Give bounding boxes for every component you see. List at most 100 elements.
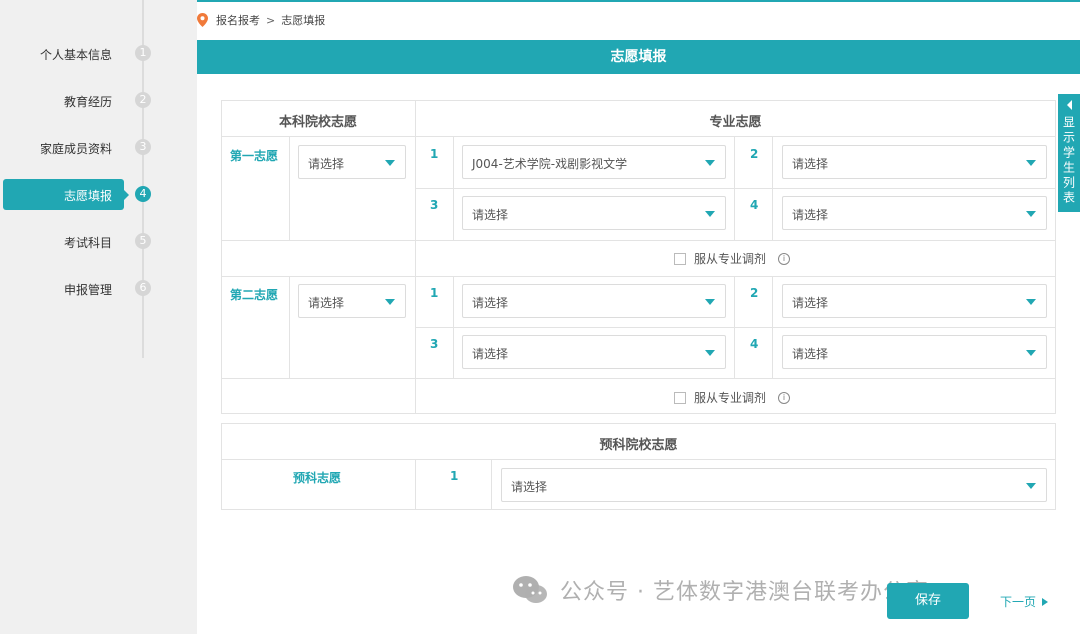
divider <box>221 276 1056 277</box>
second-choice-adjust-row: 服从专业调剂 i <box>674 389 791 406</box>
sidebar-item-basic-info[interactable]: 个人基本信息 1 <box>0 39 197 69</box>
chevron-down-icon <box>1026 299 1036 305</box>
save-button[interactable]: 保存 <box>887 583 969 619</box>
chevron-down-icon <box>705 299 715 305</box>
first-choice-major-3-select[interactable]: 请选择 <box>462 196 726 230</box>
step-number-badge: 5 <box>135 233 151 249</box>
info-icon[interactable]: i <box>778 252 791 265</box>
second-choice-label: 第二志愿 <box>230 288 279 302</box>
next-page-link[interactable]: 下一页 <box>1000 593 1049 610</box>
major-index: 4 <box>750 337 759 351</box>
first-choice-major-4-select[interactable]: 请选择 <box>782 196 1047 230</box>
sidebar-item-family[interactable]: 家庭成员资料 3 <box>0 133 197 163</box>
caret-right-icon <box>1042 597 1049 606</box>
second-choice-major-4-select[interactable]: 请选择 <box>782 335 1047 369</box>
major-index: 2 <box>750 147 759 161</box>
watermark: 公众号 · 艺体数字港澳台联考办公室 <box>512 574 929 606</box>
step-number-badge: 2 <box>135 92 151 108</box>
prep-index: 1 <box>450 469 459 483</box>
second-choice-major-1-select[interactable]: 请选择 <box>462 284 726 318</box>
breadcrumb: 报名报考 > 志愿填报 <box>197 8 325 32</box>
chevron-down-icon <box>385 160 395 166</box>
divider <box>415 188 1056 189</box>
sidebar-item-application-mgmt[interactable]: 申报管理 6 <box>0 274 197 304</box>
major-index: 1 <box>430 147 439 161</box>
sidebar-item-preferences[interactable]: 志愿填报 4 <box>0 179 197 210</box>
prep-choice-label: 预科志愿 <box>293 471 342 485</box>
divider <box>221 240 1056 241</box>
select-value: 请选择 <box>308 157 345 171</box>
show-student-list-tab[interactable]: 显示学生列表 <box>1058 94 1080 212</box>
select-value: 请选择 <box>472 208 509 222</box>
divider <box>415 327 1056 328</box>
chevron-down-icon <box>1026 350 1036 356</box>
adjust-label: 服从专业调剂 <box>694 252 767 266</box>
sidebar-item-label: 家庭成员资料 <box>39 142 112 156</box>
step-number-badge: 1 <box>135 45 151 61</box>
sidebar-item-label: 教育经历 <box>63 95 112 109</box>
major-index: 1 <box>430 286 439 300</box>
select-value: 请选择 <box>511 480 548 494</box>
sidebar-item-label: 申报管理 <box>63 283 112 297</box>
divider <box>491 459 492 510</box>
breadcrumb-separator: > <box>266 13 276 27</box>
divider <box>289 276 290 378</box>
adjust-checkbox[interactable] <box>674 391 686 404</box>
first-choice-college-select[interactable]: 请选择 <box>298 145 406 179</box>
second-choice-major-2-select[interactable]: 请选择 <box>782 284 1047 318</box>
select-value: J004-艺术学院-戏剧影视文学 <box>472 157 628 171</box>
sidebar-item-label: 个人基本信息 <box>39 48 112 62</box>
wechat-icon <box>513 576 547 603</box>
step-number-badge: 6 <box>135 280 151 296</box>
major-index: 3 <box>430 198 439 212</box>
major-index: 4 <box>750 198 759 212</box>
prep-preference-header: 预科院校志愿 <box>599 438 678 453</box>
chevron-down-icon <box>705 160 715 166</box>
chevron-down-icon <box>385 299 395 305</box>
breadcrumb-current: 志愿填报 <box>281 14 326 27</box>
caret-left-icon <box>1066 100 1072 110</box>
chevron-down-icon <box>1026 483 1036 489</box>
select-value: 请选择 <box>308 296 345 310</box>
select-value: 请选择 <box>792 208 829 222</box>
divider <box>221 378 1056 379</box>
select-value: 请选择 <box>472 347 509 361</box>
info-icon[interactable]: i <box>778 391 791 404</box>
select-value: 请选择 <box>792 296 829 310</box>
major-preference-header: 专业志愿 <box>709 115 762 130</box>
page-title: 志愿填报 <box>197 40 1080 74</box>
divider <box>415 100 416 414</box>
divider <box>221 459 1056 460</box>
watermark-text: 公众号 · 艺体数字港澳台联考办公室 <box>560 580 929 605</box>
sidebar: 个人基本信息 1 教育经历 2 家庭成员资料 3 志愿填报 4 考试科目 5 申… <box>0 0 197 634</box>
chevron-down-icon <box>1026 160 1036 166</box>
breadcrumb-parent[interactable]: 报名报考 <box>216 12 260 28</box>
first-choice-major-2-select[interactable]: 请选择 <box>782 145 1047 179</box>
divider <box>415 459 416 510</box>
prep-college-select[interactable]: 请选择 <box>501 468 1047 502</box>
select-value: 请选择 <box>472 296 509 310</box>
adjust-checkbox[interactable] <box>674 252 686 265</box>
divider <box>221 136 1056 137</box>
second-choice-major-3-select[interactable]: 请选择 <box>462 335 726 369</box>
location-pin-icon <box>197 13 208 27</box>
college-preference-header: 本科院校志愿 <box>278 115 357 130</box>
chevron-down-icon <box>1026 211 1036 217</box>
sidebar-item-exam-subjects[interactable]: 考试科目 5 <box>0 227 197 257</box>
next-page-label: 下一页 <box>1000 595 1037 609</box>
step-number-badge: 3 <box>135 139 151 155</box>
adjust-label: 服从专业调剂 <box>694 391 767 405</box>
select-value: 请选择 <box>792 157 829 171</box>
divider <box>289 136 290 240</box>
chevron-down-icon <box>705 211 715 217</box>
first-choice-major-1-select[interactable]: J004-艺术学院-戏剧影视文学 <box>462 145 726 179</box>
select-value: 请选择 <box>792 347 829 361</box>
sidebar-item-label: 考试科目 <box>63 236 112 250</box>
major-index: 2 <box>750 286 759 300</box>
sidebar-item-label: 志愿填报 <box>63 189 112 203</box>
second-choice-college-select[interactable]: 请选择 <box>298 284 406 318</box>
sidebar-item-education[interactable]: 教育经历 2 <box>0 86 197 116</box>
first-choice-label: 第一志愿 <box>230 149 279 163</box>
first-choice-adjust-row: 服从专业调剂 i <box>674 250 791 267</box>
drawer-tab-label: 显示学生列表 <box>1061 116 1076 206</box>
